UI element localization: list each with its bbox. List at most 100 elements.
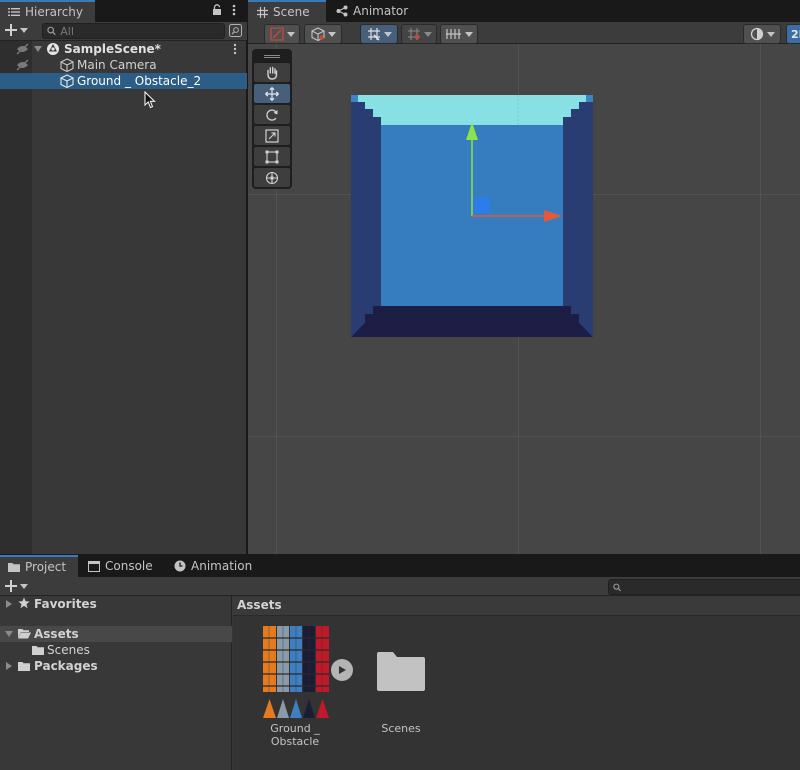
gizmo-x-arrow-icon[interactable] (544, 210, 562, 222)
expand-arrow-icon[interactable] (6, 662, 12, 670)
expand-arrow-icon[interactable] (34, 46, 42, 52)
search-icon (613, 583, 621, 591)
scene-menu-icon[interactable] (233, 43, 237, 58)
rotate-icon (266, 108, 278, 121)
grid-visibility-dropdown[interactable] (440, 24, 478, 44)
tab-animation[interactable]: Animation (166, 555, 256, 577)
visibility-toggle-icon[interactable] (16, 59, 29, 74)
gameobject-cube-icon (60, 74, 74, 91)
sprite-top-side (351, 95, 593, 125)
expand-arrow-icon[interactable] (6, 600, 12, 608)
scale-tool-button[interactable] (254, 126, 290, 145)
plus-icon (5, 580, 17, 592)
asset-browser: Assets Ground _ Obstacle Scenes (233, 596, 800, 770)
chevron-down-icon (286, 31, 295, 37)
asset-scenes-folder[interactable] (376, 652, 426, 692)
search-options-icon[interactable] (229, 24, 242, 40)
search-icon (47, 26, 56, 36)
move-tool-button[interactable] (254, 84, 290, 103)
create-add-button[interactable] (5, 24, 28, 36)
scene-tabbar: Scene Animator (248, 0, 800, 22)
tree-item-scenes[interactable]: Scenes (0, 642, 232, 658)
create-asset-button[interactable] (5, 580, 28, 592)
grid-snapping-toggle[interactable] (360, 24, 398, 44)
tree-item-favorites[interactable]: Favorites (0, 596, 232, 612)
tree-item-label: Assets (34, 627, 79, 641)
animator-node-icon (336, 5, 348, 17)
tab-scene-label: Scene (273, 5, 310, 19)
hierarchy-search-input[interactable] (60, 24, 224, 38)
increment-snap-icon (407, 28, 420, 40)
hierarchy-panel: Hierarchy SampleScene* (0, 0, 247, 554)
scale-icon (265, 128, 279, 143)
tree-item-assets[interactable]: Assets (0, 626, 232, 642)
hierarchy-search[interactable] (42, 23, 225, 39)
rect-transform-icon (265, 150, 279, 163)
hierarchy-item-ground-obstacle-2[interactable]: Ground _ Obstacle_2 (0, 73, 247, 89)
tree-item-label: Scenes (47, 643, 90, 657)
grid-line (248, 436, 800, 437)
sprite-bottom-side (351, 306, 593, 337)
tree-item-label: Favorites (34, 597, 97, 611)
toggle-2d-mode-button[interactable]: 2D (786, 24, 800, 44)
tree-item-packages[interactable]: Packages (0, 658, 232, 674)
project-search[interactable] (608, 579, 800, 595)
kebab-menu-icon[interactable] (232, 4, 236, 19)
palette-drag-handle[interactable] (254, 53, 290, 59)
scene-name-label: SampleScene* (64, 42, 161, 56)
folder-icon (18, 660, 30, 674)
gizmo-xy-plane-handle[interactable] (474, 197, 490, 213)
hierarchy-item-main-camera[interactable]: Main Camera (0, 57, 247, 73)
chevron-down-icon (423, 31, 432, 37)
global-local-dropdown[interactable] (304, 24, 342, 44)
lock-icon[interactable] (212, 4, 222, 19)
chevron-down-icon (766, 31, 775, 37)
folder-icon (8, 561, 20, 573)
project-search-input[interactable] (625, 580, 800, 594)
chevron-down-icon (20, 27, 28, 33)
tab-animation-label: Animation (191, 559, 253, 573)
expand-sprites-button[interactable] (331, 659, 353, 681)
view-tool-button[interactable] (254, 63, 290, 82)
move-gizmo[interactable] (458, 122, 568, 222)
draw-mode-dropdown[interactable] (743, 24, 781, 44)
rect-tool-button[interactable] (254, 147, 290, 166)
tab-animator[interactable]: Animator (328, 0, 408, 22)
play-icon (339, 666, 346, 674)
project-tabbar: Project Console Animation (0, 555, 800, 577)
tab-hierarchy[interactable]: Hierarchy (0, 0, 95, 22)
asset-label-scenes: Scenes (381, 722, 421, 735)
project-tree: Favorites Assets Scenes Packages (0, 596, 232, 770)
hierarchy-tabbar: Hierarchy (0, 0, 247, 22)
visibility-toggle-icon[interactable] (16, 43, 29, 58)
hierarchy-gutter (0, 41, 32, 554)
plus-icon (5, 24, 17, 36)
scene-viewport[interactable] (248, 44, 800, 554)
sprite-left-side (351, 95, 381, 337)
rotate-tool-button[interactable] (254, 105, 290, 124)
tab-console[interactable]: Console (80, 555, 164, 577)
tab-animator-label: Animator (353, 4, 409, 18)
expand-arrow-icon[interactable] (5, 631, 13, 637)
gizmo-orient-dropdown[interactable] (264, 24, 300, 44)
chevron-down-icon (20, 583, 28, 589)
hand-icon (267, 66, 278, 80)
hierarchy-toolbar (0, 22, 247, 41)
tab-project[interactable]: Project (0, 555, 78, 577)
increment-snap-dropdown[interactable] (401, 24, 437, 44)
gizmo-y-arrow-icon[interactable] (466, 122, 478, 140)
tab-scene[interactable]: Scene (248, 0, 326, 22)
folder-icon (377, 652, 425, 691)
grid-visibility-icon (445, 29, 461, 39)
breadcrumb[interactable]: Assets (237, 598, 282, 612)
grid-line (760, 44, 761, 554)
grid-snap-icon (367, 28, 380, 41)
hierarchy-scene-row[interactable]: SampleScene* (0, 41, 247, 57)
chevron-down-icon (383, 31, 392, 37)
scene-toolbar: 2D (248, 22, 800, 44)
project-panel: Project Console Animation Favorites Asse… (0, 555, 800, 770)
tab-project-label: Project (25, 560, 67, 574)
chevron-down-icon (327, 31, 336, 37)
transform-tool-button[interactable] (254, 168, 290, 187)
clock-icon (174, 560, 186, 572)
